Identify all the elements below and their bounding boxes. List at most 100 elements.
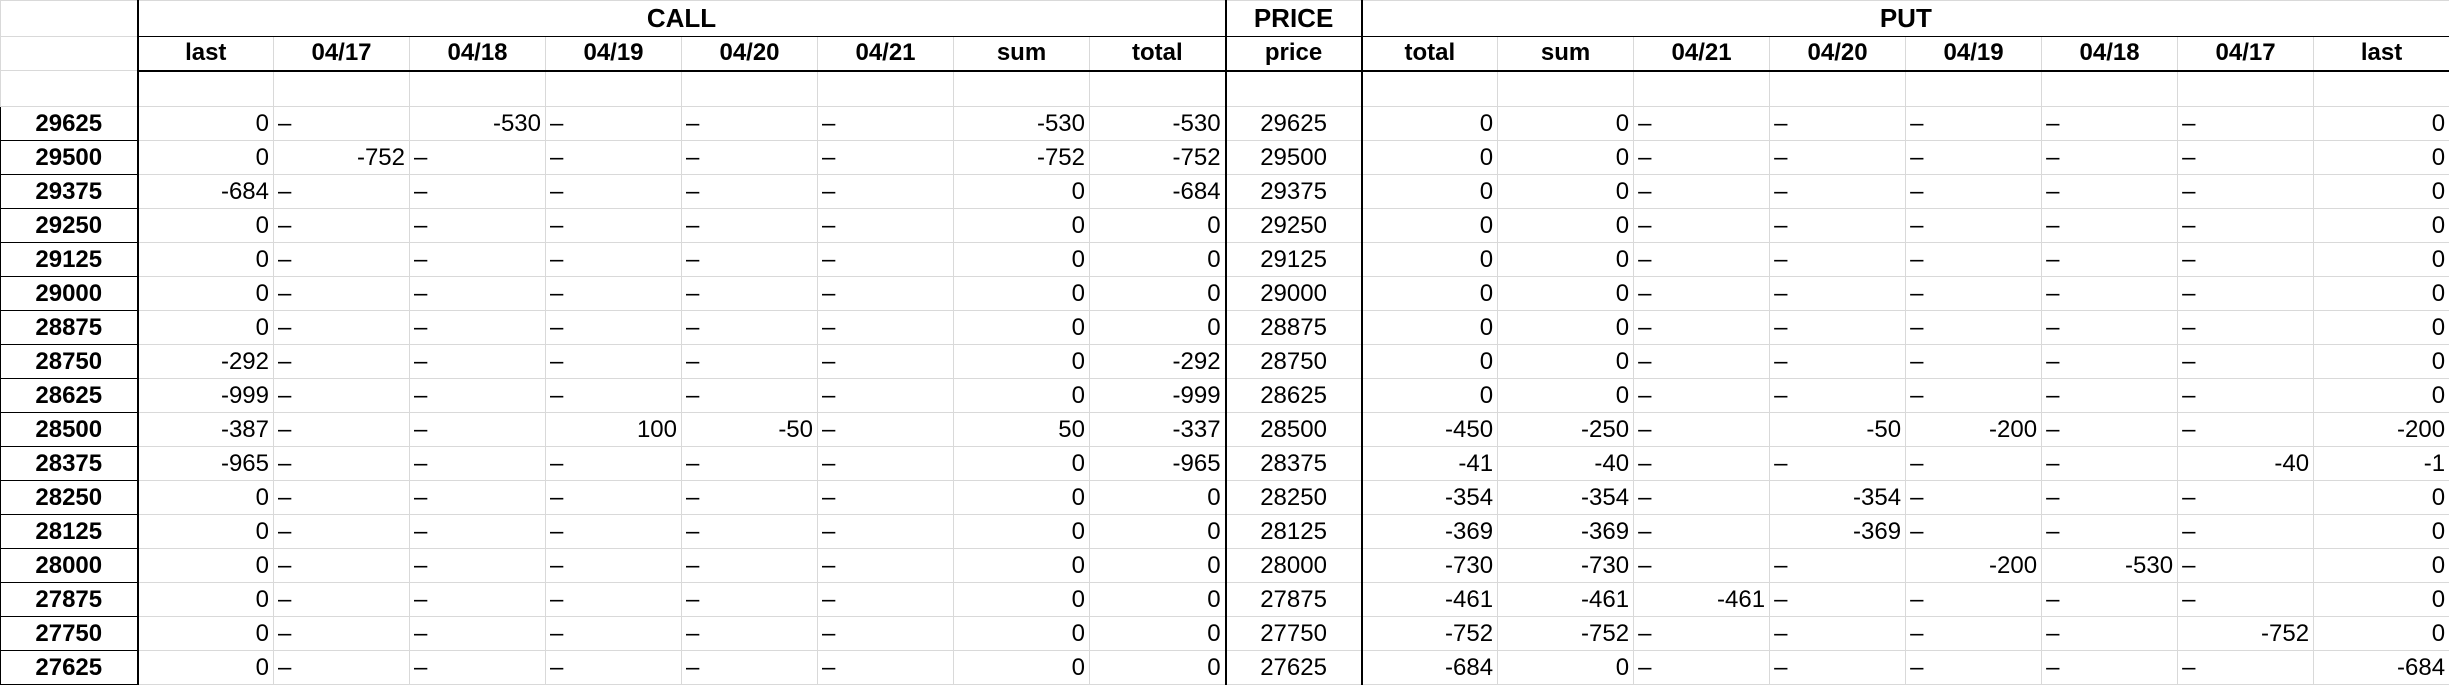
table-cell[interactable]: – [2042, 175, 2178, 209]
table-cell[interactable]: – [274, 345, 410, 379]
table-cell[interactable]: 28000 [1226, 549, 1362, 583]
table-cell[interactable]: – [682, 651, 818, 685]
column-header[interactable]: total [1362, 37, 1498, 71]
table-cell[interactable]: – [682, 277, 818, 311]
table-cell[interactable]: 0 [1362, 379, 1498, 413]
table-cell[interactable]: 0 [1090, 617, 1226, 651]
table-cell[interactable]: – [410, 515, 546, 549]
table-cell[interactable]: – [1906, 379, 2042, 413]
table-cell[interactable]: – [1770, 277, 1906, 311]
table-cell[interactable]: – [1770, 379, 1906, 413]
table-cell[interactable]: 0 [2314, 583, 2449, 617]
corner-cell-2[interactable] [1, 37, 138, 71]
table-cell[interactable]: – [1906, 175, 2042, 209]
empty-cell[interactable] [138, 71, 274, 107]
table-cell[interactable]: – [410, 141, 546, 175]
table-cell[interactable]: – [546, 243, 682, 277]
table-cell[interactable]: – [2042, 311, 2178, 345]
table-cell[interactable]: – [1906, 141, 2042, 175]
table-cell[interactable]: -999 [138, 379, 274, 413]
row-label[interactable]: 28500 [1, 413, 138, 447]
table-cell[interactable]: – [1770, 141, 1906, 175]
table-cell[interactable]: – [410, 345, 546, 379]
table-cell[interactable]: 0 [1498, 141, 1634, 175]
table-cell[interactable]: – [546, 549, 682, 583]
column-header[interactable]: sum [1498, 37, 1634, 71]
table-cell[interactable]: – [2178, 515, 2314, 549]
column-header[interactable]: last [138, 37, 274, 71]
table-cell[interactable]: – [410, 277, 546, 311]
column-header[interactable]: total [1090, 37, 1226, 71]
table-cell[interactable]: – [410, 175, 546, 209]
table-cell[interactable]: – [274, 515, 410, 549]
table-cell[interactable]: – [274, 175, 410, 209]
table-cell[interactable]: – [2042, 209, 2178, 243]
table-cell[interactable]: 0 [138, 209, 274, 243]
table-cell[interactable]: – [1634, 209, 1770, 243]
table-cell[interactable]: – [274, 107, 410, 141]
table-cell[interactable]: -684 [2314, 651, 2449, 685]
table-cell[interactable]: – [1634, 175, 1770, 209]
table-cell[interactable]: -354 [1362, 481, 1498, 515]
table-cell[interactable]: -530 [2042, 549, 2178, 583]
table-cell[interactable]: – [546, 277, 682, 311]
table-cell[interactable]: – [410, 651, 546, 685]
table-cell[interactable]: – [2042, 515, 2178, 549]
table-cell[interactable]: – [410, 311, 546, 345]
table-cell[interactable]: 0 [2314, 481, 2449, 515]
table-cell[interactable]: – [2042, 243, 2178, 277]
table-cell[interactable]: -461 [1498, 583, 1634, 617]
table-cell[interactable]: – [1770, 311, 1906, 345]
table-cell[interactable]: – [818, 583, 954, 617]
table-cell[interactable]: – [410, 379, 546, 413]
table-cell[interactable]: – [682, 379, 818, 413]
table-cell[interactable]: 0 [954, 651, 1090, 685]
column-header[interactable]: 04/21 [818, 37, 954, 71]
table-cell[interactable]: 0 [954, 379, 1090, 413]
table-cell[interactable]: – [2178, 583, 2314, 617]
table-cell[interactable]: 28250 [1226, 481, 1362, 515]
table-cell[interactable]: 0 [138, 617, 274, 651]
table-cell[interactable]: 0 [954, 481, 1090, 515]
table-cell[interactable]: 28625 [1226, 379, 1362, 413]
column-header[interactable]: 04/21 [1634, 37, 1770, 71]
table-cell[interactable]: -752 [2178, 617, 2314, 651]
row-label[interactable]: 27750 [1, 617, 138, 651]
table-cell[interactable]: – [1770, 243, 1906, 277]
table-cell[interactable]: – [274, 277, 410, 311]
table-cell[interactable]: – [546, 209, 682, 243]
table-cell[interactable]: – [410, 481, 546, 515]
table-cell[interactable]: -999 [1090, 379, 1226, 413]
table-cell[interactable]: – [2042, 141, 2178, 175]
row-label[interactable]: 29125 [1, 243, 138, 277]
table-cell[interactable]: 0 [138, 651, 274, 685]
table-cell[interactable]: – [682, 243, 818, 277]
table-cell[interactable]: – [274, 413, 410, 447]
row-label[interactable]: 28375 [1, 447, 138, 481]
table-cell[interactable]: -387 [138, 413, 274, 447]
table-cell[interactable]: – [274, 651, 410, 685]
empty-cell[interactable] [1090, 71, 1226, 107]
table-cell[interactable]: -752 [954, 141, 1090, 175]
column-header[interactable]: sum [954, 37, 1090, 71]
column-header[interactable]: 04/19 [1906, 37, 2042, 71]
table-cell[interactable]: -461 [1362, 583, 1498, 617]
table-cell[interactable]: 0 [1498, 311, 1634, 345]
table-cell[interactable]: – [1770, 209, 1906, 243]
table-cell[interactable]: – [1770, 583, 1906, 617]
table-cell[interactable]: – [1634, 141, 1770, 175]
table-cell[interactable]: 0 [1498, 107, 1634, 141]
table-cell[interactable]: 0 [954, 515, 1090, 549]
table-cell[interactable]: 0 [1498, 379, 1634, 413]
table-cell[interactable]: -530 [1090, 107, 1226, 141]
row-label[interactable]: 28125 [1, 515, 138, 549]
table-cell[interactable]: – [682, 175, 818, 209]
table-cell[interactable]: -369 [1362, 515, 1498, 549]
table-cell[interactable]: 0 [1362, 175, 1498, 209]
table-cell[interactable]: – [1770, 345, 1906, 379]
table-cell[interactable]: – [818, 481, 954, 515]
column-header[interactable]: 04/18 [410, 37, 546, 71]
table-cell[interactable]: 0 [138, 277, 274, 311]
column-header[interactable]: 04/17 [274, 37, 410, 71]
table-cell[interactable]: 0 [2314, 345, 2449, 379]
